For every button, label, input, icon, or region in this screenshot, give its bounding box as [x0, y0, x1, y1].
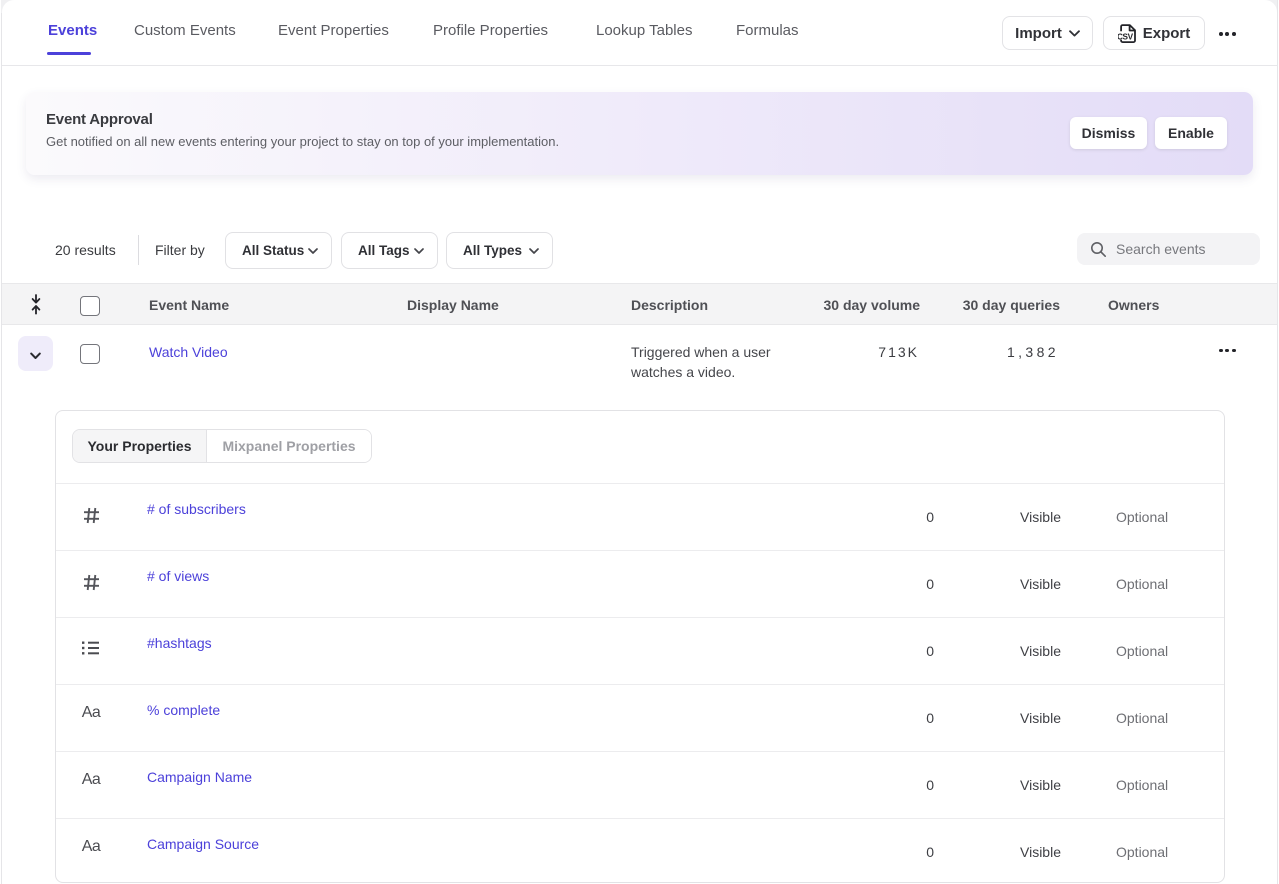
- svg-text:CSV: CSV: [1118, 32, 1134, 41]
